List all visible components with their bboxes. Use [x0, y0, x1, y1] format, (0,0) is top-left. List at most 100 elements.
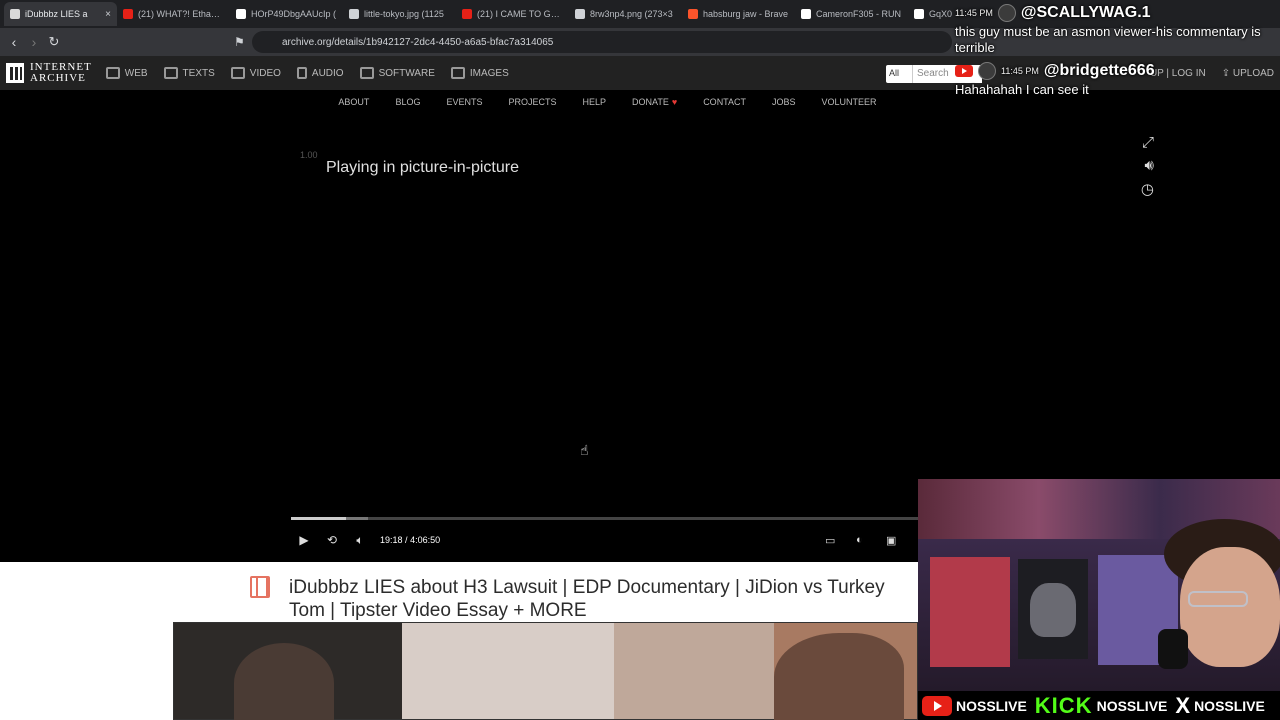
current-time: 19:18	[380, 535, 403, 545]
clock-icon[interactable]: ◷	[1141, 180, 1154, 198]
menu-images[interactable]: IMAGES	[450, 67, 509, 79]
x-favicon-icon	[236, 9, 246, 19]
progress-bar[interactable]	[291, 517, 1001, 520]
chat-header-1: 11:45 PM @SCALLYWAG.1	[955, 4, 1275, 22]
chat-header-2: 11:45 PM @bridgette666	[955, 62, 1275, 80]
browser-tab-title: HOrP49DbgAAUcIp (	[251, 9, 337, 19]
thumbnail-person-left	[234, 643, 334, 720]
pip-message: Playing in picture-in-picture	[326, 159, 519, 176]
page-favicon-icon	[801, 9, 811, 19]
x-logo: X	[1175, 692, 1191, 718]
menu-web[interactable]: WEB	[105, 67, 148, 79]
chat-message-2: Hahahahah I can see it	[955, 82, 1089, 97]
avatar	[997, 4, 1016, 22]
subnav-blog[interactable]: BLOG	[395, 97, 420, 107]
thumbnail-person-right	[774, 633, 904, 720]
book-icon	[163, 67, 178, 79]
url-field[interactable]: archive.org/details/1b942127-2dc4-4450-a…	[252, 31, 952, 53]
player-controls: ▶ ⟲ 🔈︎ 19:18 / 4:06:50 ▭ ◐ ▣	[290, 530, 915, 550]
back-icon[interactable]: ‹	[4, 34, 24, 50]
brave-favicon-icon	[688, 9, 698, 19]
browser-tab[interactable]: CameronF305 - RUN	[795, 2, 908, 26]
cast-icon[interactable]: ▭	[825, 534, 835, 547]
youtube-handle: NOSSLIVE	[956, 697, 1027, 714]
search-scope-select[interactable]: All	[886, 65, 912, 83]
microphone	[1158, 629, 1188, 669]
forward-icon[interactable]: ›	[24, 34, 44, 50]
menu-texts[interactable]: TEXTS	[163, 67, 215, 79]
web-icon	[105, 67, 120, 79]
screen: iDubbbz LIES a × (21) WHAT?! Ethan Kl HOrP4…	[0, 0, 1280, 720]
mouse-cursor-icon: ☝︎	[580, 442, 589, 458]
chat-time-1: 11:45 PM	[955, 8, 993, 18]
time-separator: /	[405, 535, 408, 545]
menu-software[interactable]: SOFTWARE	[359, 67, 435, 79]
film-icon	[230, 67, 245, 79]
chat-user-2: @bridgette666	[1043, 62, 1155, 79]
playback-speed: 1.00	[300, 150, 318, 160]
youtube-icon	[955, 65, 973, 77]
bookmark-icon[interactable]: ⚑	[234, 35, 245, 49]
close-tab-icon[interactable]: ×	[105, 9, 111, 20]
streamer-glasses	[1188, 591, 1248, 607]
play-icon[interactable]: ▶	[290, 533, 318, 547]
browser-tab[interactable]: 8rw3np4.png (273×3	[569, 2, 682, 26]
subnav-about[interactable]: ABOUT	[338, 97, 369, 107]
mute-icon[interactable]: 🔈︎	[346, 533, 374, 548]
webcam-overlay	[918, 479, 1280, 691]
speaker-icon	[296, 67, 307, 79]
logo-line-2: ARCHIVE	[30, 72, 86, 84]
streamer-face	[1180, 547, 1280, 667]
archive-logo-icon	[6, 63, 24, 83]
video-thumbnail[interactable]	[173, 622, 918, 720]
browser-tab-title: (21) I CAME TO GOO	[477, 9, 563, 19]
menu-audio[interactable]: AUDIO	[296, 67, 344, 79]
browser-tab[interactable]: little-tokyo.jpg (1125	[343, 2, 456, 26]
ia-logo[interactable]: INTERNET ARCHIVE	[6, 62, 92, 84]
rewind-10-icon[interactable]: ⟲	[318, 533, 346, 547]
browser-tab[interactable]: (21) WHAT?! Ethan Kl	[117, 2, 230, 26]
webcam-poster	[930, 557, 1010, 667]
subnav-contact[interactable]: CONTACT	[703, 97, 746, 107]
avatar	[978, 62, 996, 80]
chat-time-2: 11:45 PM	[1001, 66, 1039, 76]
kick-logo: KICK	[1034, 692, 1093, 718]
archive-favicon-icon	[10, 9, 20, 19]
image-icon	[450, 67, 465, 79]
heart-icon: ♥	[671, 97, 678, 107]
x-favicon-icon	[914, 9, 924, 19]
browser-tab-title: CameronF305 - RUN	[816, 9, 902, 19]
subnav-projects[interactable]: PROJECTS	[508, 97, 556, 107]
subnav-events[interactable]: EVENTS	[446, 97, 482, 107]
subnav-jobs[interactable]: JOBS	[772, 97, 796, 107]
time-display: 19:18 / 4:06:50	[380, 535, 440, 545]
chat-message-1: this guy must be an asmon viewer-his com…	[955, 24, 1261, 55]
browser-tab[interactable]: habsburg jaw - Brave	[682, 2, 795, 26]
browser-tab[interactable]: HOrP49DbgAAUcIp (	[230, 2, 343, 26]
browser-tab-title: little-tokyo.jpg (1125	[364, 9, 444, 19]
browser-tab[interactable]: (21) I CAME TO GOO	[456, 2, 569, 26]
youtube-favicon-icon	[123, 9, 133, 19]
subnav-volunteer[interactable]: VOLUNTEER	[822, 97, 877, 107]
item-title: iDubbbz LIES about H3 Lawsuit | EDP Docu…	[289, 577, 885, 621]
browser-tab[interactable]: iDubbbz LIES a ×	[4, 2, 117, 26]
browser-tab-title: habsburg jaw - Brave	[703, 9, 789, 19]
browser-tab-title: GqX0	[929, 9, 953, 19]
chat-user-1: @SCALLYWAG.1	[1020, 4, 1151, 21]
globe-favicon-icon	[575, 9, 585, 19]
reload-icon[interactable]: ↻	[44, 34, 64, 50]
browser-tab-title: iDubbbz LIES a	[25, 9, 88, 19]
volume-icon[interactable]: 🔊︎	[1145, 157, 1154, 174]
browser-tab-title: 8rw3np4.png (273×3	[590, 9, 673, 19]
progress-played	[291, 517, 347, 520]
browser-tab-title: (21) WHAT?! Ethan Kl	[138, 9, 224, 19]
url-text: archive.org/details/1b942127-2dc4-4450-a…	[282, 36, 554, 48]
subnav-donate[interactable]: DONATE ♥	[632, 97, 677, 107]
globe-favicon-icon	[349, 9, 359, 19]
fullscreen-icon[interactable]: ⤢	[1142, 134, 1154, 151]
captions-icon[interactable]: ▣	[886, 534, 896, 547]
subnav-help[interactable]: HELP	[582, 97, 606, 107]
contrast-icon[interactable]: ◐	[856, 534, 863, 546]
chat-overlay: 11:45 PM @SCALLYWAG.1 this guy must be a…	[955, 4, 1275, 104]
menu-video[interactable]: VIDEO	[230, 67, 281, 79]
